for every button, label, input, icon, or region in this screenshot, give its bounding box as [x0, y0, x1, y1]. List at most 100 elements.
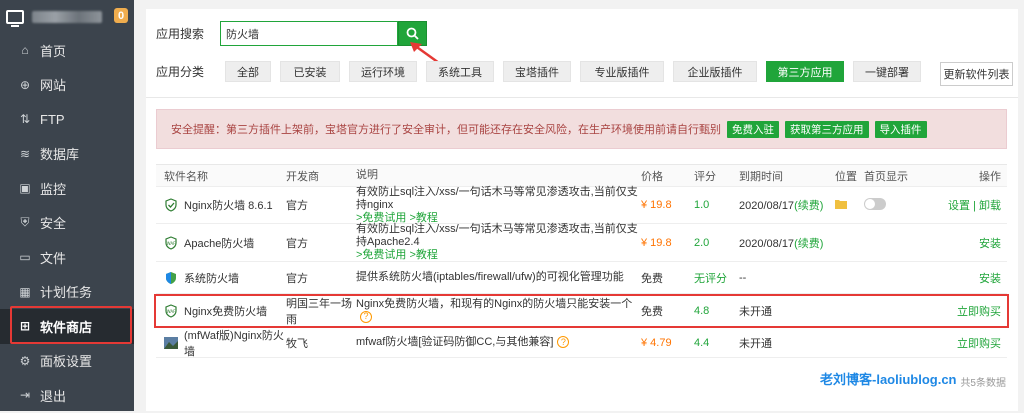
plugin-name[interactable]: Nginx防火墙 8.6.1 [184, 197, 273, 213]
folder-icon[interactable] [835, 199, 847, 209]
sidebar-item-label: 文件 [40, 250, 67, 266]
folder-icon: ▭ [19, 250, 31, 265]
sidebar-item-label: 网站 [40, 78, 67, 94]
sidebar-item-label: 监控 [40, 181, 67, 197]
sidebar-item-7[interactable]: ▦ 计划任务 [0, 275, 134, 310]
col-desc: 说明 [356, 169, 378, 181]
op-separator: | [973, 200, 976, 212]
category-tab-2[interactable]: 运行环境 [349, 61, 418, 82]
sidebar-item-label: 数据库 [40, 147, 80, 163]
sidebar-item-1[interactable]: ⊕ 网站 [0, 68, 134, 103]
refresh-list-button[interactable]: 更新软件列表 [940, 62, 1013, 86]
free-join-button[interactable]: 免费入驻 [727, 120, 779, 138]
uninstall-link[interactable]: 卸载 [979, 200, 1001, 212]
plugin-dev: 牧飞 [286, 337, 308, 350]
divider [146, 97, 1018, 98]
category-tab-4[interactable]: 宝塔插件 [503, 61, 572, 82]
watermark: 老刘博客-laoliublog.cn [820, 372, 957, 387]
plugin-score: 4.4 [694, 336, 710, 349]
sidebar: 0 ⌂ 首页 ⊕ 网站 ⇅ FTP ≋ 数据库 ▣ 监控 ⛨ 安全 ▭ 文件 ▦ 计划任务 ⊞ 软件商店 ⚙ 面板设置… [0, 0, 134, 411]
home-toggle[interactable] [864, 197, 886, 210]
sidebar-item-5[interactable]: ⛨ 安全 [0, 206, 134, 241]
plugin-price: ¥ 4.79 [641, 336, 672, 349]
database-icon: ≋ [19, 146, 31, 161]
plugin-dev: 官方 [286, 272, 308, 285]
svg-text:WAF: WAF [167, 241, 176, 246]
col-expire: 到期时间 [739, 170, 783, 183]
table-row: WAF Nginx免费防火墙 明国三年一场雨 Nginx免费防火墙，和现有的Ngi… [154, 294, 1009, 328]
sidebar-item-label: FTP [40, 111, 65, 127]
plugin-score: 2.0 [694, 236, 710, 249]
plugin-name[interactable]: 系统防火墙 [184, 270, 239, 286]
waf-icon: WAF [164, 235, 178, 250]
install-link[interactable]: 安装 [979, 273, 1001, 285]
search-value: 防火墙 [226, 28, 260, 41]
plugin-price: ¥ 19.8 [641, 236, 672, 249]
plugin-desc: mfwaf防火墙[验证码防御CC,与其他兼容] [356, 336, 554, 348]
sidebar-item-label: 面板设置 [40, 354, 93, 370]
sidebar-item-10[interactable]: ⇥ 退出 [0, 378, 134, 413]
record-count: 共5条数据 [960, 378, 1006, 389]
category-tab-6[interactable]: 企业版插件 [673, 61, 758, 82]
category-tab-5[interactable]: 专业版插件 [580, 61, 665, 82]
sidebar-item-label: 计划任务 [40, 285, 93, 301]
sidebar-item-6[interactable]: ▭ 文件 [0, 240, 134, 275]
table-row: 系统防火墙 官方 提供系统防火墙(iptables/firewall/ufw)的… [156, 262, 1007, 294]
security-warning: 安全提醒：第三方插件上架前，宝塔官方进行了安全审计，但可能还存在安全风险，在生产… [156, 109, 1007, 149]
plugin-desc: 提供系统防火墙(iptables/firewall/ufw)的可视化管理功能 [356, 271, 624, 283]
category-tab-7[interactable]: 第三方应用 [766, 61, 845, 82]
category-tab-8[interactable]: 一键部署 [853, 61, 922, 82]
category-tab-0[interactable]: 全部 [225, 61, 272, 82]
plugin-name[interactable]: Apache防火墙 [184, 235, 254, 251]
highlight-box [154, 294, 1009, 328]
sidebar-item-4[interactable]: ▣ 监控 [0, 171, 134, 206]
table-row: Nginx防火墙 8.6.1 官方 有效防止sql注入/xss/一句话木马等常见… [156, 186, 1007, 224]
sidebar-item-9[interactable]: ⚙ 面板设置 [0, 344, 134, 379]
col-dev: 开发商 [286, 170, 319, 183]
search-label: 应用搜索 [156, 27, 205, 41]
search-input[interactable]: 防火墙 [220, 21, 399, 46]
settings-link[interactable]: 设置 [948, 200, 970, 212]
install-link[interactable]: 安装 [979, 238, 1001, 250]
calendar-icon: ▦ [19, 284, 31, 299]
main-panel: 应用搜索 防火墙 应用分类 全部 已安装 运行环境 系统工具 宝塔插件 专业版插件 企业版插… [146, 9, 1018, 411]
plugin-dev: 官方 [286, 200, 308, 212]
home-icon: ⌂ [21, 43, 29, 58]
plugin-expire: -- [739, 271, 747, 284]
help-icon[interactable]: ? [557, 336, 570, 349]
sidebar-item-0[interactable]: ⌂ 首页 [0, 33, 134, 68]
shield-icon [164, 198, 178, 212]
import-plugin-button[interactable]: 导入插件 [874, 120, 927, 138]
trial-links[interactable]: >免费试用 >教程 [356, 249, 641, 262]
category-label: 应用分类 [156, 65, 205, 79]
highlight-box [10, 306, 132, 344]
table-header: 软件名称 开发商 说明 价格 评分 到期时间 位置 首页显示 操作 [156, 165, 1007, 187]
plugin-price: ¥ 19.8 [641, 199, 672, 211]
plugin-expire: 2020/08/17 [739, 200, 795, 212]
monitor-icon [6, 9, 24, 27]
col-score: 评分 [694, 170, 716, 183]
ftp-icon: ⇅ [19, 112, 31, 127]
sidebar-item-label: 安全 [40, 216, 67, 232]
gear-icon: ⚙ [19, 353, 31, 368]
col-home: 首页显示 [864, 170, 908, 183]
search-icon [406, 27, 419, 40]
renew-link[interactable]: (续费) [794, 200, 823, 212]
buy-link[interactable]: 立即购买 [957, 338, 1001, 350]
server-name-blurred [32, 10, 102, 23]
get-third-party-button[interactable]: 获取第三方应用 [785, 120, 869, 138]
renew-link[interactable]: (续费) [794, 238, 823, 250]
globe-icon: ⊕ [19, 77, 31, 92]
col-op: 操作 [979, 170, 1001, 183]
sidebar-item-2[interactable]: ⇅ FTP [0, 102, 134, 137]
col-position: 位置 [835, 170, 857, 183]
notification-badge[interactable]: 0 [114, 8, 128, 23]
category-tab-3[interactable]: 系统工具 [426, 61, 495, 82]
software-table: 软件名称 开发商 说明 价格 评分 到期时间 位置 首页显示 操作 Nginx防… [154, 164, 1009, 359]
plugin-dev: 官方 [286, 237, 308, 250]
warning-text: 安全提醒：第三方插件上架前，宝塔官方进行了安全审计，但可能还存在安全风险，在生产… [171, 124, 721, 136]
sidebar-header: 0 [0, 0, 134, 33]
category-tab-1[interactable]: 已安装 [280, 61, 341, 82]
plugin-name[interactable]: (mfWaf版)Nginx防火墙 [184, 327, 286, 359]
sidebar-item-3[interactable]: ≋ 数据库 [0, 137, 134, 172]
